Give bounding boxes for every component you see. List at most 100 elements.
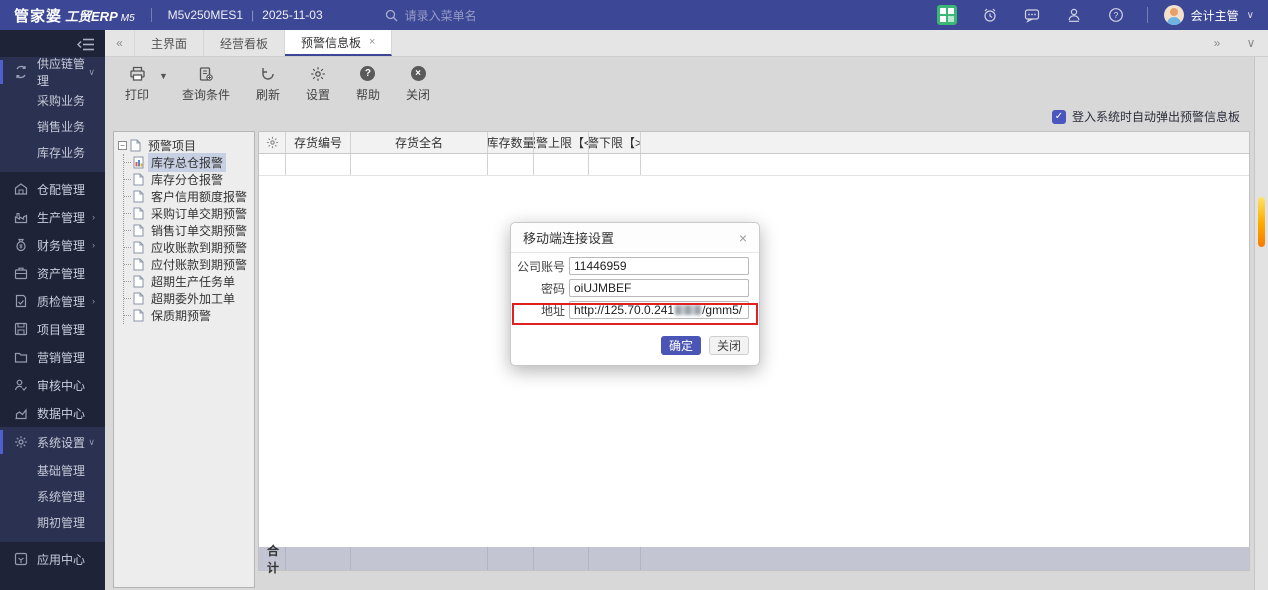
chevron-right-icon: › bbox=[92, 296, 95, 306]
tab-main-screen[interactable]: 主界面 bbox=[135, 30, 204, 56]
column-header-item-name[interactable]: 存货全名 bbox=[351, 132, 488, 153]
chevron-down-icon: ∨ bbox=[88, 67, 95, 78]
main-navigation-sidebar: 供应链管理 ∨ 采购业务 销售业务 库存业务 仓配管理 生产管理 › 财务管理 … bbox=[0, 30, 105, 590]
tree-item-stock-warehouse-alert[interactable]: 库存分仓报警 bbox=[124, 171, 250, 188]
column-header-lower-limit[interactable]: 报警下限【>】 bbox=[589, 132, 641, 153]
sidebar-item-app-center[interactable]: 应用中心 bbox=[0, 545, 105, 573]
chevron-down-icon: ∨ bbox=[88, 437, 95, 448]
sidebar-item-system-settings[interactable]: 系统设置 ∨ bbox=[0, 427, 105, 457]
mobile-app-badge-icon[interactable] bbox=[937, 5, 957, 25]
dialog-header: 移动端连接设置 × bbox=[511, 223, 759, 253]
ok-button[interactable]: 确定 bbox=[661, 336, 701, 355]
tree-item-receivables-due-alert[interactable]: 应收账款到期预警 bbox=[124, 239, 250, 256]
sidebar-item-projects[interactable]: 项目管理 bbox=[0, 315, 105, 343]
column-header-upper-limit[interactable]: 报警上限【<= bbox=[534, 132, 589, 153]
tree-item-payables-due-alert[interactable]: 应付账款到期预警 bbox=[124, 256, 250, 273]
close-button[interactable]: × 关闭 bbox=[406, 65, 430, 103]
tab-business-dashboard[interactable]: 经营看板 bbox=[204, 30, 285, 56]
menu-search-input[interactable]: 请录入菜单名 bbox=[385, 7, 477, 24]
sidebar-item-system-management[interactable]: 系统管理 bbox=[0, 483, 105, 509]
document-icon bbox=[133, 173, 144, 186]
tabs-scroll-right-icon[interactable]: » bbox=[1200, 36, 1234, 50]
help-icon[interactable]: ? bbox=[1108, 7, 1125, 24]
refresh-icon bbox=[259, 65, 276, 82]
sidebar-item-data-center[interactable]: 数据中心 bbox=[0, 399, 105, 427]
sidebar-item-inventory[interactable]: 库存业务 bbox=[0, 139, 105, 165]
grid-empty-row[interactable] bbox=[259, 154, 1249, 176]
nav-group-system-settings: 系统设置 ∨ 基础管理 系统管理 期初管理 bbox=[0, 427, 105, 542]
dialog-close-icon[interactable]: × bbox=[739, 231, 747, 245]
tree-item-customer-credit-alert[interactable]: 客户信用额度报警 bbox=[124, 188, 250, 205]
dialog-close-button[interactable]: 关闭 bbox=[709, 336, 749, 355]
user-role-label[interactable]: 会计主管 bbox=[1191, 7, 1239, 24]
sidebar-item-finance[interactable]: 财务管理 › bbox=[0, 231, 105, 259]
settings-button[interactable]: 设置 bbox=[306, 65, 330, 103]
help-circle-icon: ? bbox=[359, 65, 376, 82]
tabs-list-chevron-icon[interactable]: ∨ bbox=[1234, 36, 1268, 50]
chevron-right-icon: › bbox=[92, 212, 95, 222]
sidebar-item-basic-management[interactable]: 基础管理 bbox=[0, 457, 105, 483]
sidebar-subitem-label: 期初管理 bbox=[37, 514, 85, 531]
document-icon bbox=[133, 207, 144, 220]
supply-chain-icon bbox=[14, 65, 28, 79]
sidebar-item-assets[interactable]: 资产管理 bbox=[0, 259, 105, 287]
sidebar-item-supply-chain[interactable]: 供应链管理 ∨ bbox=[0, 57, 105, 87]
chevron-right-icon: › bbox=[92, 240, 95, 250]
toolbar-button-label: 打印 bbox=[125, 86, 149, 103]
print-options-caret-icon[interactable]: ▼ bbox=[159, 71, 168, 81]
column-header-item-no[interactable]: 存货编号 bbox=[286, 132, 351, 153]
company-account-input[interactable] bbox=[569, 257, 749, 275]
help-button[interactable]: ? 帮助 bbox=[356, 65, 380, 103]
column-header-stock-qty[interactable]: 库存数量 bbox=[488, 132, 534, 153]
project-icon bbox=[14, 322, 28, 336]
tree-item-purchase-order-due-alert[interactable]: 采购订单交期预警 bbox=[124, 205, 250, 222]
sidebar-item-warehouse[interactable]: 仓配管理 bbox=[0, 175, 105, 203]
vertical-scrollbar[interactable] bbox=[1254, 57, 1268, 590]
refresh-button[interactable]: 刷新 bbox=[256, 65, 280, 103]
tabs-scroll-left-icon[interactable]: « bbox=[105, 30, 135, 56]
tree-root-alert-items[interactable]: − 预警项目 bbox=[118, 137, 250, 154]
production-icon bbox=[14, 210, 28, 224]
password-input[interactable] bbox=[569, 279, 749, 297]
sidebar-item-marketing[interactable]: 营销管理 bbox=[0, 343, 105, 371]
user-avatar[interactable] bbox=[1164, 5, 1184, 25]
sidebar-item-audit-center[interactable]: 审核中心 bbox=[0, 371, 105, 399]
auto-popup-checkbox[interactable]: ✓ 登入系统时自动弹出预警信息板 bbox=[1052, 108, 1240, 125]
user-menu-chevron-icon[interactable]: ∨ bbox=[1247, 10, 1254, 21]
sidebar-collapse-icon[interactable] bbox=[75, 36, 97, 52]
company-account-row: 公司账号 bbox=[513, 257, 749, 275]
print-button[interactable]: 打印 bbox=[125, 65, 149, 103]
dialog-buttons: 确定 关闭 bbox=[661, 336, 749, 355]
query-conditions-button[interactable]: 查询条件 bbox=[182, 65, 230, 103]
scroll-elevator-handle[interactable] bbox=[1258, 197, 1265, 247]
password-row: 密码 bbox=[513, 279, 749, 297]
tree-item-overdue-outsourcing-orders[interactable]: 超期委外加工单 bbox=[124, 290, 250, 307]
tree-item-stock-total-alert[interactable]: 库存总仓报警 bbox=[124, 154, 250, 171]
address-input[interactable]: http://125.70.0.241/gmm5/ bbox=[569, 301, 749, 319]
tab-alert-info-board[interactable]: 预警信息板 × bbox=[285, 30, 392, 56]
alarm-icon[interactable] bbox=[982, 7, 999, 24]
redacted-segment bbox=[675, 305, 701, 315]
checkbox-checked-icon[interactable]: ✓ bbox=[1052, 110, 1066, 124]
app-center-icon bbox=[14, 552, 28, 566]
user-stamp-icon[interactable] bbox=[1066, 7, 1083, 24]
tree-item-sales-order-due-alert[interactable]: 销售订单交期预警 bbox=[124, 222, 250, 239]
tree-collapse-icon[interactable]: − bbox=[118, 141, 127, 150]
sidebar-item-sales[interactable]: 销售业务 bbox=[0, 113, 105, 139]
sidebar-item-opening-management[interactable]: 期初管理 bbox=[0, 509, 105, 535]
svg-text:?: ? bbox=[1114, 10, 1119, 20]
page-toolbar: 打印 ▼ 查询条件 刷新 设置 bbox=[125, 65, 456, 103]
auto-popup-label: 登入系统时自动弹出预警信息板 bbox=[1072, 108, 1240, 125]
messages-icon[interactable] bbox=[1024, 7, 1041, 24]
sidebar-item-purchasing[interactable]: 采购业务 bbox=[0, 87, 105, 113]
tab-close-icon[interactable]: × bbox=[369, 36, 375, 48]
sidebar-item-quality[interactable]: 质检管理 › bbox=[0, 287, 105, 315]
alert-items-tree-panel: − 预警项目 库存总仓报警 库存分仓报警 客户信用额度报警 采购订单交期预警 销… bbox=[113, 131, 255, 588]
sidebar-item-production[interactable]: 生产管理 › bbox=[0, 203, 105, 231]
quality-icon bbox=[14, 294, 28, 308]
tree-item-overdue-production-orders[interactable]: 超期生产任务单 bbox=[124, 273, 250, 290]
address-label: 地址 bbox=[513, 302, 565, 319]
document-icon bbox=[133, 309, 144, 322]
tree-item-shelf-life-alert[interactable]: 保质期预警 bbox=[124, 307, 250, 324]
column-settings-gear-icon[interactable] bbox=[259, 132, 286, 153]
